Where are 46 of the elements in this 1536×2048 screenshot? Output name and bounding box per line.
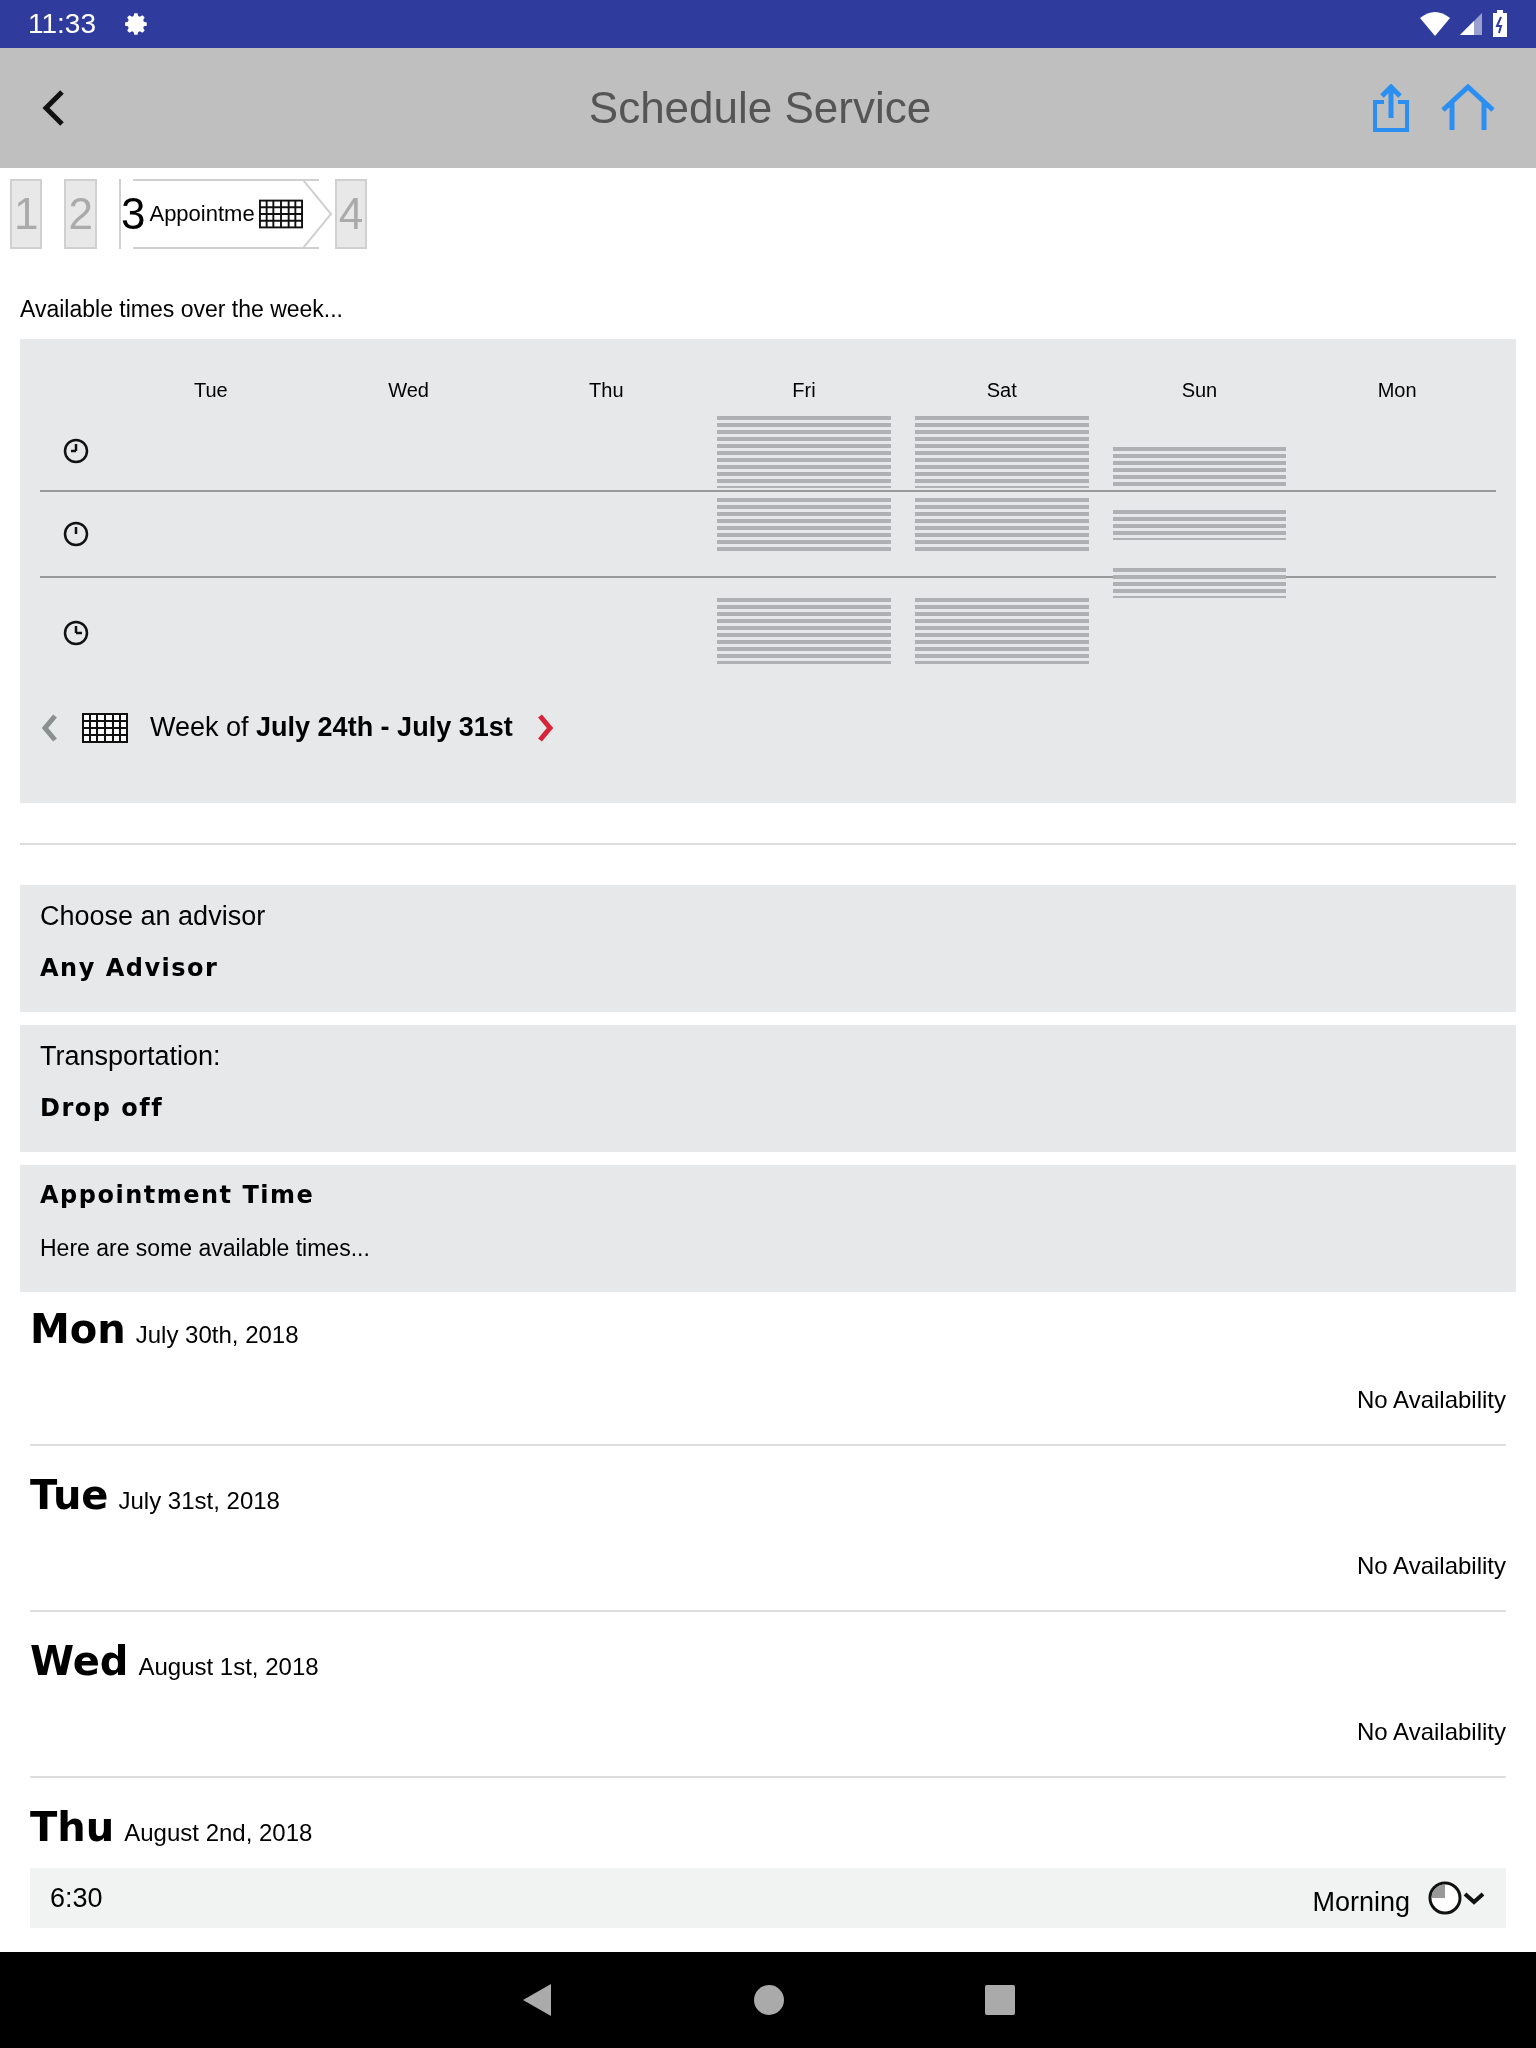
- day-header: Sun: [1180, 378, 1219, 403]
- section-caption: Available times over the week...: [20, 296, 344, 323]
- day-name: Mon: [30, 1306, 126, 1352]
- no-availability-text: No Availability: [1356, 1718, 1506, 1746]
- day-header: Sat: [985, 378, 1018, 403]
- advisor-card[interactable]: Choose an advisor Any Advisor: [20, 885, 1516, 1012]
- clock-icon: [63, 438, 89, 464]
- day-header: Tue: [193, 378, 229, 403]
- day-header: Wed: [387, 378, 430, 403]
- previous-icon[interactable]: [40, 712, 60, 743]
- week-range: Week of July 24th - July 31st: [150, 712, 513, 743]
- day-header: Fri: [791, 378, 817, 403]
- home-nav-icon[interactable]: [753, 1984, 785, 2016]
- signal-icon: [1460, 13, 1482, 35]
- day-header: Mon: [1376, 378, 1418, 403]
- day-name: Thu: [30, 1804, 115, 1850]
- no-availability-text: No Availability: [1356, 1552, 1506, 1580]
- field-value: Any Advisor: [40, 954, 220, 982]
- day-name: Wed: [30, 1638, 129, 1684]
- field-label: Choose an advisor: [40, 901, 267, 932]
- no-availability-text: No Availability: [1356, 1386, 1506, 1414]
- calendar-icon: [258, 199, 303, 229]
- settings-icon: [124, 11, 150, 37]
- field-label: Transportation:: [40, 1041, 222, 1072]
- wifi-icon: [1420, 12, 1450, 36]
- calendar-icon: [82, 712, 128, 743]
- battery-icon: [1492, 10, 1508, 38]
- clock-icon: [63, 521, 89, 547]
- transportation-card[interactable]: Transportation: Drop off: [20, 1025, 1516, 1152]
- day-date: August 2nd, 2018: [124, 1819, 313, 1847]
- screen-title: Schedule Service: [587, 83, 933, 133]
- card-subtitle: Here are some available times...: [40, 1235, 371, 1262]
- day-name: Tue: [30, 1472, 109, 1518]
- day-header: Thu: [588, 378, 625, 403]
- back-nav-icon[interactable]: [521, 1982, 553, 2018]
- card-title: Appointment Time: [40, 1181, 316, 1209]
- status-time: 11:33: [28, 8, 96, 40]
- field-value: Drop off: [40, 1094, 165, 1122]
- time-slot[interactable]: 6:30 Morning: [30, 1868, 1506, 1928]
- day-date: July 31st, 2018: [118, 1487, 280, 1515]
- chevron-down-icon: [1462, 1890, 1486, 1906]
- clock-icon: [1428, 1881, 1462, 1915]
- day-date: August 1st, 2018: [138, 1653, 319, 1681]
- clock-icon: [63, 620, 89, 646]
- tab-point-icon: [302, 179, 333, 249]
- day-date: July 30th, 2018: [135, 1321, 299, 1349]
